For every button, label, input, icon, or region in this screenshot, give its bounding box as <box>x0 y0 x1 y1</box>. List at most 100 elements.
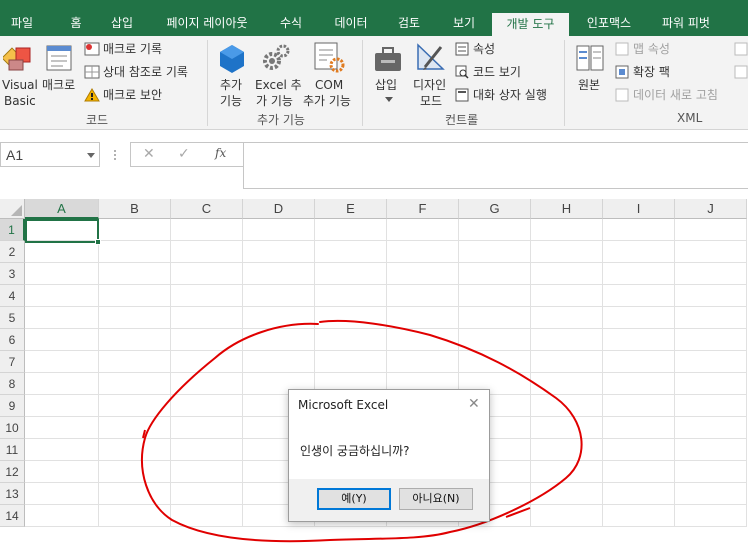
cell[interactable] <box>603 241 675 263</box>
com-addins-label-2[interactable]: 추가 기능 <box>303 93 351 109</box>
cell[interactable] <box>531 395 603 417</box>
cell[interactable] <box>99 351 171 373</box>
cell[interactable] <box>99 307 171 329</box>
cell[interactable] <box>531 439 603 461</box>
properties-button[interactable]: 속성 <box>473 41 495 57</box>
insert-control-button[interactable]: 삽입 <box>375 77 397 93</box>
tab-file[interactable]: 파일 <box>0 12 44 36</box>
cell[interactable] <box>531 219 603 241</box>
cell[interactable] <box>99 417 171 439</box>
tab-infomax[interactable]: 인포맥스 <box>578 12 640 36</box>
cell[interactable] <box>675 461 747 483</box>
cell[interactable] <box>603 505 675 527</box>
cell[interactable] <box>171 373 243 395</box>
cell[interactable] <box>99 263 171 285</box>
chevron-down-icon[interactable] <box>87 153 95 158</box>
cell[interactable] <box>675 307 747 329</box>
cell[interactable] <box>531 351 603 373</box>
fill-handle[interactable] <box>95 239 101 245</box>
cell[interactable] <box>675 417 747 439</box>
column-header[interactable]: G <box>459 199 531 219</box>
cell[interactable] <box>315 263 387 285</box>
cell[interactable] <box>675 351 747 373</box>
row-header[interactable]: 13 <box>0 483 25 505</box>
cell[interactable] <box>603 263 675 285</box>
cell[interactable] <box>603 329 675 351</box>
excel-addins-label-2[interactable]: 가 기능 <box>256 93 293 109</box>
cell[interactable] <box>25 505 99 527</box>
cell[interactable] <box>243 307 315 329</box>
cell[interactable] <box>459 241 531 263</box>
row-header[interactable]: 6 <box>0 329 25 351</box>
cell[interactable] <box>531 285 603 307</box>
visual-basic-label-1[interactable]: Visual <box>2 77 38 93</box>
cell[interactable] <box>25 263 99 285</box>
cell[interactable] <box>603 483 675 505</box>
cell[interactable] <box>171 505 243 527</box>
cell[interactable] <box>171 395 243 417</box>
close-icon[interactable]: ✕ <box>468 396 480 412</box>
relative-reference-button[interactable]: 상대 참조로 기록 <box>103 64 188 80</box>
row-header[interactable]: 12 <box>0 461 25 483</box>
cell[interactable] <box>25 285 99 307</box>
cell[interactable] <box>243 219 315 241</box>
macros-button[interactable]: 매크로 <box>42 77 75 93</box>
row-header[interactable]: 4 <box>0 285 25 307</box>
cell[interactable] <box>531 307 603 329</box>
column-header[interactable]: I <box>603 199 675 219</box>
cell[interactable] <box>99 219 171 241</box>
cell[interactable] <box>99 329 171 351</box>
cell[interactable] <box>171 263 243 285</box>
cell[interactable] <box>387 285 459 307</box>
addins-label-1[interactable]: 추가 <box>220 77 242 93</box>
row-header[interactable]: 11 <box>0 439 25 461</box>
visual-basic-label-2[interactable]: Basic <box>4 93 36 109</box>
cell[interactable] <box>603 285 675 307</box>
cell[interactable] <box>99 461 171 483</box>
design-mode-label-1[interactable]: 디자인 <box>413 77 446 93</box>
cell[interactable] <box>531 461 603 483</box>
column-header[interactable]: C <box>171 199 243 219</box>
cell[interactable] <box>315 285 387 307</box>
row-header[interactable]: 7 <box>0 351 25 373</box>
run-dialog-button[interactable]: 대화 상자 실행 <box>473 87 547 103</box>
xml-source-button[interactable]: 원본 <box>578 77 600 93</box>
cell[interactable] <box>25 351 99 373</box>
cancel-icon[interactable]: ✕ <box>143 146 155 162</box>
cell[interactable] <box>25 307 99 329</box>
cell[interactable] <box>531 505 603 527</box>
cell[interactable] <box>25 439 99 461</box>
tab-home[interactable]: 홈 <box>58 12 94 36</box>
cell[interactable] <box>531 417 603 439</box>
cell[interactable] <box>675 219 747 241</box>
cell[interactable] <box>171 219 243 241</box>
cell[interactable] <box>25 395 99 417</box>
cell[interactable] <box>675 241 747 263</box>
cell[interactable] <box>531 241 603 263</box>
cell[interactable] <box>387 219 459 241</box>
cell[interactable] <box>243 241 315 263</box>
tab-review[interactable]: 검토 <box>388 12 430 36</box>
cell[interactable] <box>171 351 243 373</box>
cell[interactable] <box>459 263 531 285</box>
addins-label-2[interactable]: 기능 <box>220 93 242 109</box>
cell[interactable] <box>387 263 459 285</box>
column-header[interactable]: F <box>387 199 459 219</box>
cell[interactable] <box>387 307 459 329</box>
cell[interactable] <box>675 483 747 505</box>
active-cell-a1[interactable] <box>25 219 99 243</box>
cell[interactable] <box>171 483 243 505</box>
com-addins-label-1[interactable]: COM <box>315 77 343 93</box>
cell[interactable] <box>531 483 603 505</box>
cell[interactable] <box>171 285 243 307</box>
tab-view[interactable]: 보기 <box>443 12 485 36</box>
yes-button[interactable]: 예(Y) <box>317 488 391 510</box>
row-header[interactable]: 14 <box>0 505 25 527</box>
cell[interactable] <box>171 307 243 329</box>
cell[interactable] <box>459 307 531 329</box>
cell[interactable] <box>99 241 171 263</box>
column-header[interactable]: E <box>315 199 387 219</box>
tab-data[interactable]: 데이터 <box>326 12 376 36</box>
cell[interactable] <box>25 241 99 263</box>
cell[interactable] <box>387 351 459 373</box>
